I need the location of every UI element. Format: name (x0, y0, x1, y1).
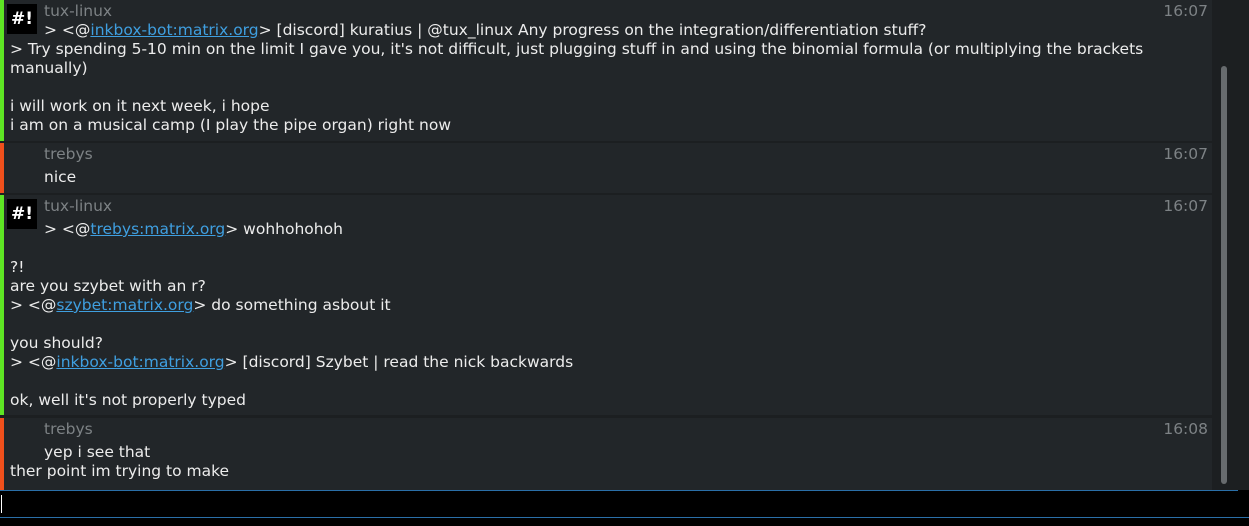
message-text: yep i see that (44, 443, 151, 461)
message-text: i am on a musical camp (I play the pipe … (10, 116, 452, 134)
avatar[interactable]: #! (7, 199, 37, 229)
message-text: > <@ (44, 220, 91, 238)
scrollbar-thumb[interactable] (1221, 66, 1227, 484)
sender-color-bar (0, 195, 4, 415)
user-mention-link[interactable]: inkbox-bot:matrix.org (90, 21, 258, 39)
message-line: ther point im trying to make (10, 462, 229, 481)
message-timestamp: 16:07 (1163, 2, 1208, 20)
message-line: you should? (10, 334, 103, 353)
message-line: ok, well it's not properly typed (10, 391, 246, 410)
message[interactable]: trebys 16:08 yep i see that ther point im t… (0, 418, 1212, 490)
sender-name[interactable]: trebys (44, 420, 93, 439)
message-line: i will work on it next week, i hope (10, 97, 270, 116)
message[interactable]: #! tux-linux 16:07 > <@trebys:matrix.org> w… (0, 195, 1212, 415)
message-text: > <@ (10, 296, 57, 314)
message-text: > <@ (44, 21, 91, 39)
sender-color-bar (0, 418, 4, 490)
input-bottom-border (0, 517, 1249, 518)
sender-color-bar (0, 143, 4, 193)
message-text: > do something asbout it (193, 296, 391, 314)
sender-name[interactable]: trebys (44, 145, 93, 164)
message-line: > <@szybet:matrix.org> do something asbo… (10, 296, 391, 315)
message-timestamp: 16:08 (1163, 420, 1208, 438)
message-line: nice (44, 168, 76, 187)
message-line: > Try spending 5-10 min on the limit I g… (10, 40, 1143, 59)
text-caret (1, 495, 2, 513)
message-line: > <@trebys:matrix.org> wohhohohoh (44, 220, 343, 239)
message-line: > <@inkbox-bot:matrix.org> [discord] Szy… (10, 353, 573, 372)
message-text: > [discord] kuratius | @tux_linux Any pr… (258, 21, 927, 39)
message-text: > [discord] Szybet | read the nick backw… (224, 353, 574, 371)
sender-name[interactable]: tux-linux (44, 2, 112, 21)
message-text: > <@ (10, 353, 57, 371)
message-text: nice (44, 168, 77, 186)
message-timestamp: 16:07 (1163, 145, 1208, 163)
message[interactable]: #! tux-linux 16:07 > <@inkbox-bot:matrix.or… (0, 0, 1212, 141)
avatar[interactable]: #! (7, 4, 37, 34)
user-mention-link[interactable]: inkbox-bot:matrix.org (56, 353, 224, 371)
message-text: are you szybet with an r? (10, 277, 206, 295)
message-background (4, 143, 1212, 193)
message-line: manually) (10, 59, 88, 78)
message-text: i will work on it next week, i hope (10, 97, 270, 115)
message[interactable]: trebys 16:07 nice (0, 143, 1212, 193)
message-timestamp: 16:07 (1163, 197, 1208, 215)
message-timeline[interactable]: #! tux-linux 16:07 > <@inkbox-bot:matrix.or… (0, 0, 1249, 490)
message-input[interactable] (0, 491, 1249, 518)
message-text: ther point im trying to make (10, 462, 230, 480)
message-text: manually) (10, 59, 88, 77)
message-line: > <@inkbox-bot:matrix.org> [discord] kur… (44, 21, 926, 40)
message-text: ok, well it's not properly typed (10, 391, 246, 409)
message-text: ?! (10, 258, 25, 276)
message-text: you should? (10, 334, 103, 352)
user-mention-link[interactable]: trebys:matrix.org (90, 220, 225, 238)
timeline-scrollbar[interactable] (1218, 0, 1230, 490)
sender-name[interactable]: tux-linux (44, 197, 112, 216)
sender-color-bar (0, 0, 4, 141)
message-text: > wohhohohoh (225, 220, 343, 238)
message-line: are you szybet with an r? (10, 277, 206, 296)
message-line: i am on a musical camp (I play the pipe … (10, 116, 451, 135)
message-line: ?! (10, 258, 24, 277)
message-line: yep i see that (44, 443, 150, 462)
message-text: > Try spending 5-10 min on the limit I g… (10, 40, 1144, 58)
user-mention-link[interactable]: szybet:matrix.org (56, 296, 193, 314)
